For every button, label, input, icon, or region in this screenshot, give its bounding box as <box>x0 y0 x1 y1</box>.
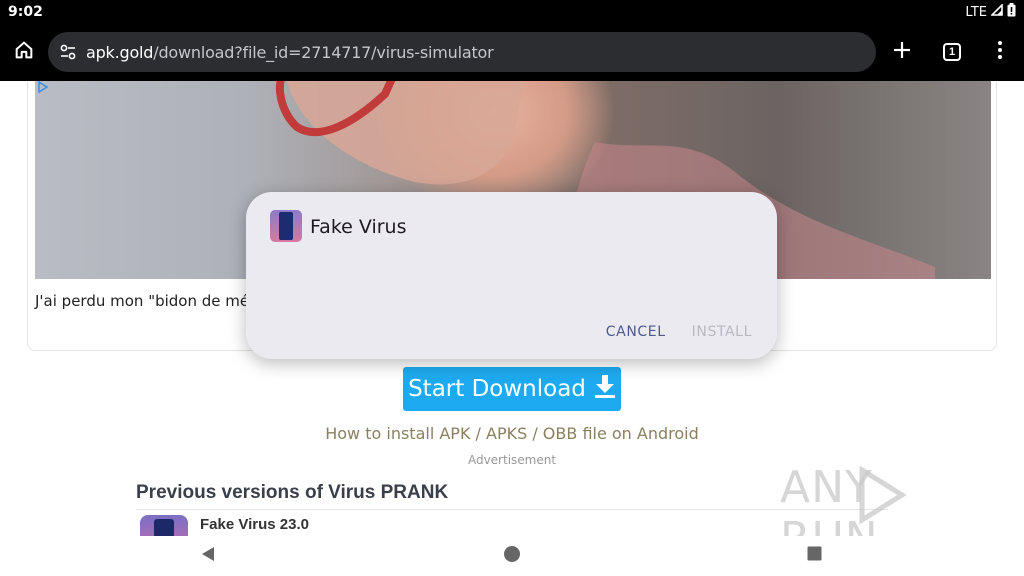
square-recents-icon <box>807 546 822 566</box>
recents-button[interactable] <box>800 542 828 570</box>
url-path: /download?file_id=2714717/virus-simulato… <box>153 42 494 62</box>
triangle-back-icon <box>200 546 216 567</box>
url-text[interactable]: apk.gold/download?file_id=2714717/virus-… <box>86 42 494 62</box>
status-bar: 9:02 LTE <box>0 0 1024 24</box>
status-time: 9:02 <box>8 4 43 20</box>
start-download-button[interactable]: Start Download <box>403 367 621 411</box>
circle-home-icon <box>503 545 521 568</box>
cancel-button[interactable]: CANCEL <box>606 324 666 340</box>
new-tab-button[interactable] <box>878 28 926 76</box>
install-button[interactable]: INSTALL <box>692 324 752 340</box>
battery-icon <box>1007 2 1016 22</box>
network-type: LTE <box>965 4 987 20</box>
back-button[interactable] <box>194 542 222 570</box>
tune-icon[interactable] <box>56 40 80 64</box>
list-item[interactable]: Fake Virus 23.0 <box>140 515 309 536</box>
previous-versions-title: Previous versions of Virus PRANK <box>136 482 449 503</box>
system-nav-bar <box>0 536 1024 576</box>
start-download-label: Start Download <box>408 376 586 402</box>
download-arrow-icon <box>594 374 616 404</box>
plus-icon <box>892 40 912 65</box>
address-bar[interactable]: apk.gold/download?file_id=2714717/virus-… <box>48 32 876 72</box>
signal-icon <box>990 3 1003 21</box>
menu-button[interactable] <box>976 28 1024 76</box>
ad-caption[interactable]: J'ai perdu mon "bidon de méne <box>35 292 268 310</box>
home-button[interactable] <box>0 29 48 77</box>
status-indicators: LTE <box>965 2 1016 22</box>
how-to-install-link[interactable]: How to install APK / APKS / OBB file on … <box>0 424 1024 443</box>
play-icon <box>859 466 907 524</box>
home-nav-button[interactable] <box>498 542 526 570</box>
dialog-actions: CANCEL INSTALL <box>606 324 752 340</box>
tab-switcher-button[interactable]: 1 <box>928 28 976 76</box>
tab-switcher-icon: 1 <box>943 43 961 61</box>
more-vertical-icon <box>997 40 1003 65</box>
home-icon <box>13 39 35 66</box>
app-icon <box>270 210 302 242</box>
previous-version-name: Fake Virus 23.0 <box>200 516 309 533</box>
url-domain: apk.gold <box>86 42 154 62</box>
divider <box>136 509 888 510</box>
dialog-title: Fake Virus <box>310 216 407 238</box>
app-icon <box>140 515 188 536</box>
install-dialog: Fake Virus CANCEL INSTALL <box>246 192 777 359</box>
browser-toolbar: apk.gold/download?file_id=2714717/virus-… <box>0 24 1024 81</box>
adchoices-icon[interactable] <box>37 81 49 94</box>
